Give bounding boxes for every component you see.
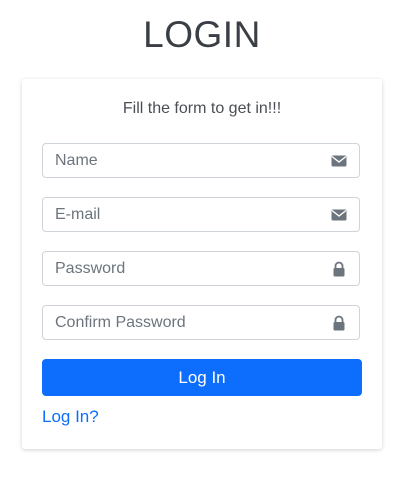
password-input[interactable]	[55, 252, 315, 285]
name-field[interactable]	[42, 143, 360, 178]
email-input[interactable]	[55, 198, 315, 231]
login-button[interactable]: Log In	[42, 359, 362, 396]
confirm-password-field[interactable]	[42, 305, 360, 340]
login-card: Fill the form to get in!!! Log In Log In…	[22, 79, 382, 449]
page-title: LOGIN	[143, 14, 261, 55]
lock-icon	[333, 261, 345, 277]
confirm-password-input[interactable]	[55, 306, 315, 339]
envelope-icon	[331, 209, 347, 221]
lock-icon	[333, 315, 345, 331]
email-field[interactable]	[42, 197, 360, 232]
login-link[interactable]: Log In?	[42, 407, 99, 427]
envelope-icon	[331, 155, 347, 167]
name-input[interactable]	[55, 144, 315, 177]
form-subtitle: Fill the form to get in!!!	[122, 100, 282, 117]
password-field[interactable]	[42, 251, 360, 286]
